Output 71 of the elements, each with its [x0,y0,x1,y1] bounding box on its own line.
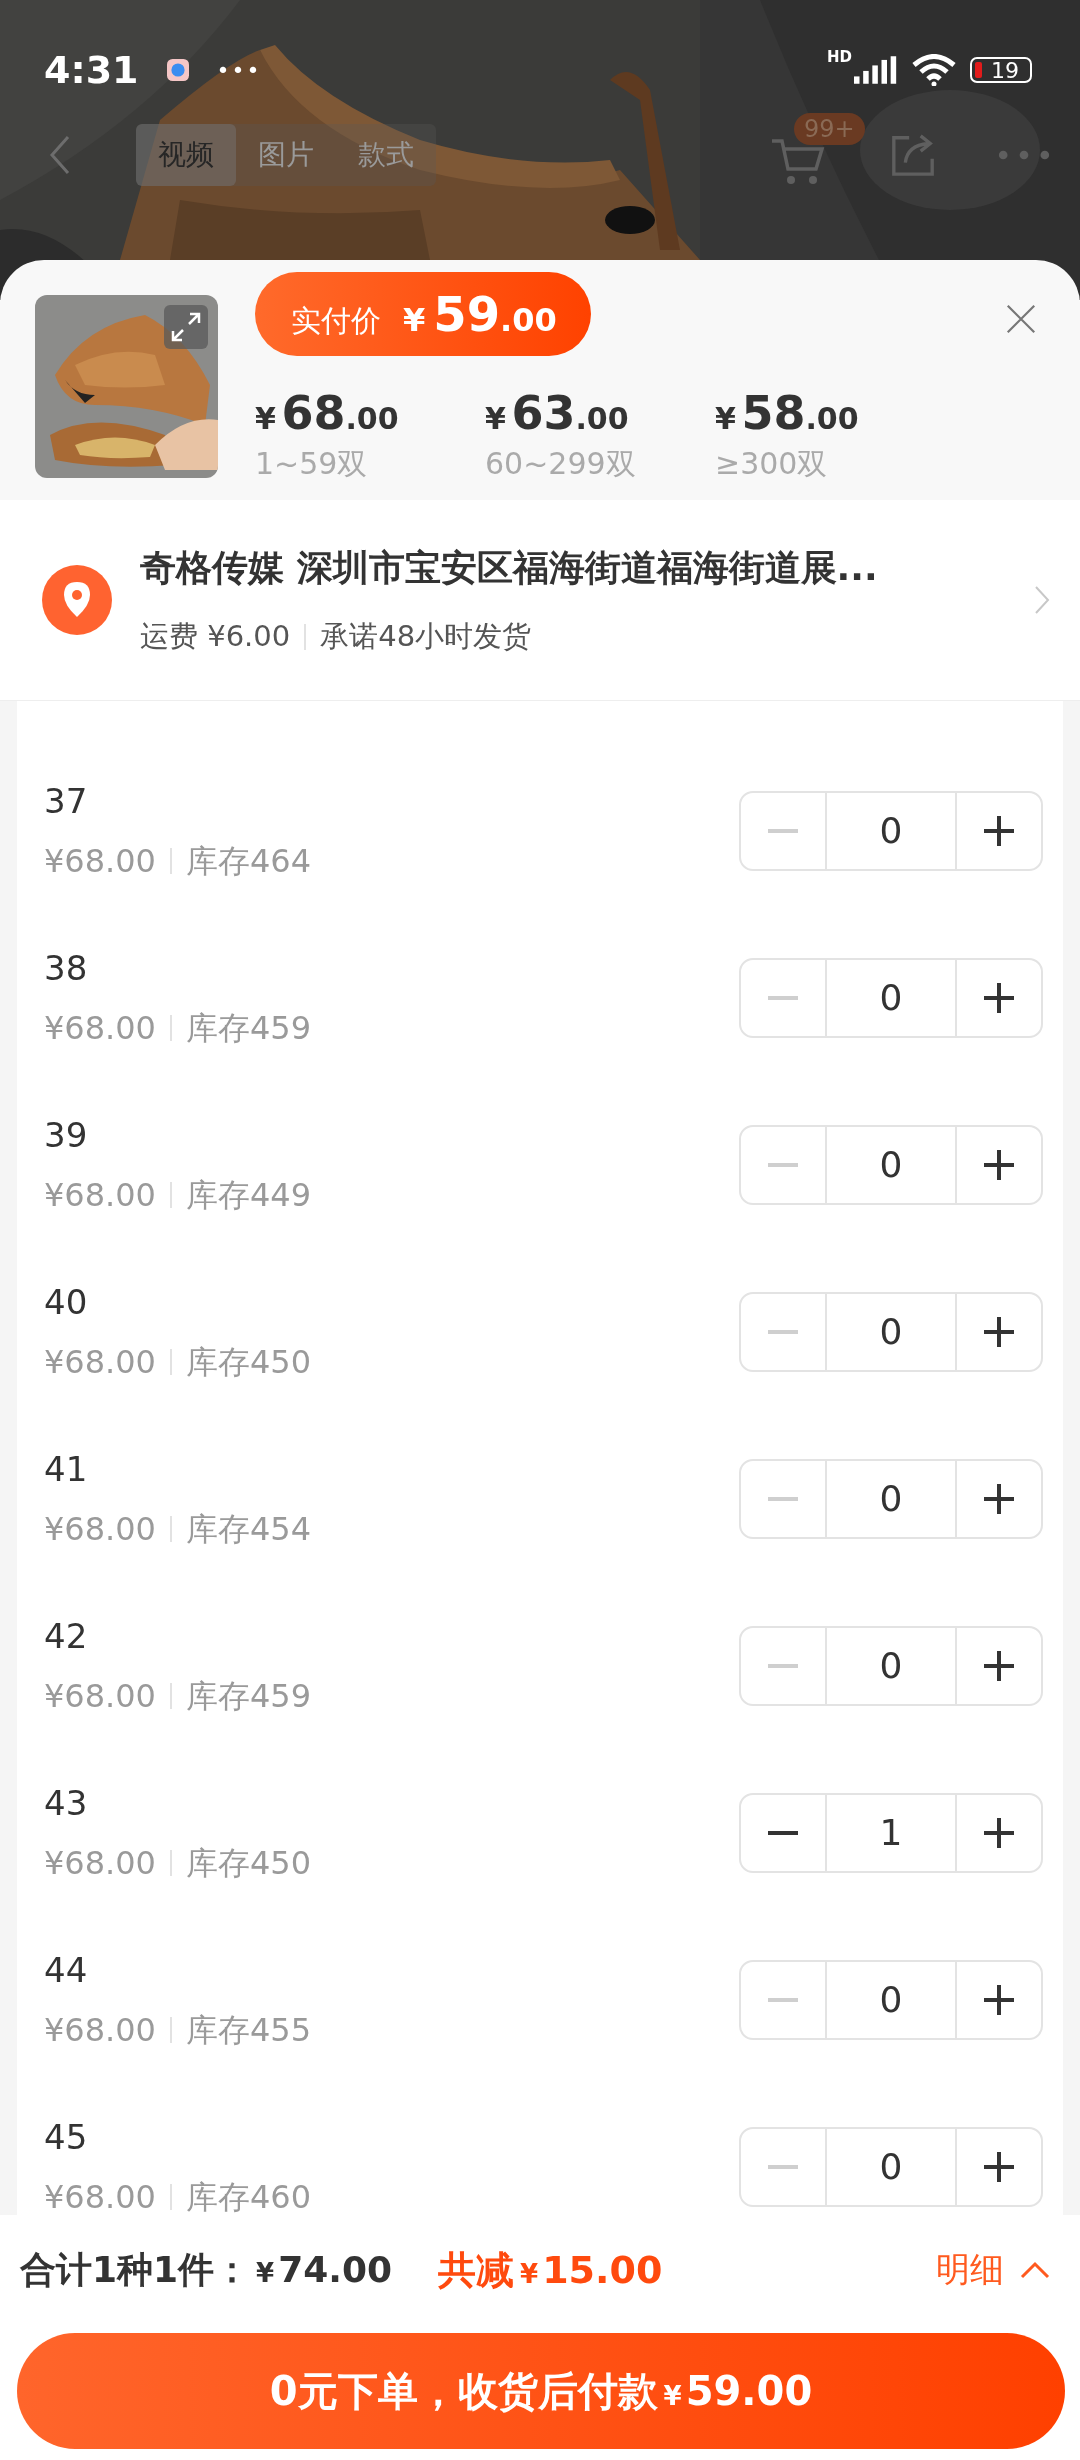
chevron-right-icon [1034,585,1050,615]
size-label: 39 [44,1114,89,1155]
plus-icon [984,815,1014,846]
size-label: 37 [44,780,89,821]
size-price: ¥68.00 [44,2176,156,2215]
quantity-value[interactable]: 0 [825,1961,957,2038]
size-label: 38 [44,947,89,988]
size-label: 45 [44,2116,89,2157]
quantity-value[interactable]: 0 [825,1627,957,1704]
shipping-fee: 运费 ¥6.00 [140,617,291,655]
quantity-value[interactable]: 0 [825,1293,957,1370]
size-label: 42 [44,1615,89,1656]
location-pin-icon [42,565,112,635]
tier-price: ¥63.00 [485,386,630,440]
tier-price: ¥58.00 [715,386,860,440]
stock-count: 库存460 [185,2176,312,2215]
quantity-value[interactable]: 0 [825,1460,957,1537]
size-label: 40 [44,1281,89,1322]
minus-icon [768,1329,798,1334]
caret-up-icon[interactable] [1020,2261,1050,2279]
order-total: 合计1种1件： ¥74.00 [20,2247,393,2292]
size-label: 43 [44,1782,89,1823]
stock-count: 库存450 [185,1341,312,1382]
size-price: ¥68.00 [44,2009,156,2050]
close-icon[interactable] [1006,304,1036,334]
quantity-range: 1~59双 [255,445,369,483]
quantity-value[interactable]: 0 [825,792,957,869]
quantity-value[interactable]: 0 [825,2128,957,2205]
minus-icon [768,1162,798,1167]
size-price: ¥68.00 [44,1174,156,1215]
quantity-range: 60~299双 [485,445,637,483]
plus-icon [984,1316,1014,1347]
shipping-promise: 承诺48小时发货 [320,617,532,655]
minus-icon [768,1496,798,1501]
size-price: ¥68.00 [44,1007,156,1048]
size-price: ¥68.00 [44,1675,156,1716]
minus-icon [768,2164,798,2169]
minus-icon [768,828,798,833]
plus-icon [984,1650,1014,1681]
minus-icon [768,1830,798,1835]
tier-price: ¥68.00 [255,386,400,440]
plus-icon [984,1483,1014,1514]
stock-count: 库存459 [185,1007,312,1048]
plus-icon [984,1984,1014,2015]
minus-icon [768,1663,798,1668]
stock-count: 库存454 [185,1508,312,1549]
quantity-value[interactable]: 1 [825,1794,957,1871]
size-label: 41 [44,1448,89,1489]
address-text: 奇格传媒 深圳市宝安区福海街道福海街道展... [140,545,879,590]
quantity-value[interactable]: 0 [825,1126,957,1203]
size-price: ¥68.00 [44,1842,156,1883]
plus-icon [984,982,1014,1013]
expand-icon[interactable] [164,305,208,349]
minus-icon [768,995,798,1000]
plus-icon [984,2151,1014,2182]
plus-icon [984,1149,1014,1180]
stock-count: 库存464 [185,840,312,881]
discount-total: 共减¥15.00 [438,2246,663,2294]
address-card[interactable]: 奇格传媒 深圳市宝安区福海街道福海街道展... 运费 ¥6.00 承诺48小时发货 [0,500,1080,700]
stock-count: 库存459 [185,1675,312,1716]
size-price: ¥68.00 [44,840,156,881]
stock-count: 库存455 [185,2009,312,2050]
size-price: ¥68.00 [44,1508,156,1549]
quantity-range: ≥300双 [715,445,829,483]
size-label: 44 [44,1949,89,1990]
stock-count: 库存450 [185,1842,312,1883]
minus-icon [768,1997,798,2002]
size-price: ¥68.00 [44,1341,156,1382]
stock-count: 库存449 [185,1174,312,1215]
plus-icon [984,1817,1014,1848]
quantity-value[interactable]: 0 [825,959,957,1036]
